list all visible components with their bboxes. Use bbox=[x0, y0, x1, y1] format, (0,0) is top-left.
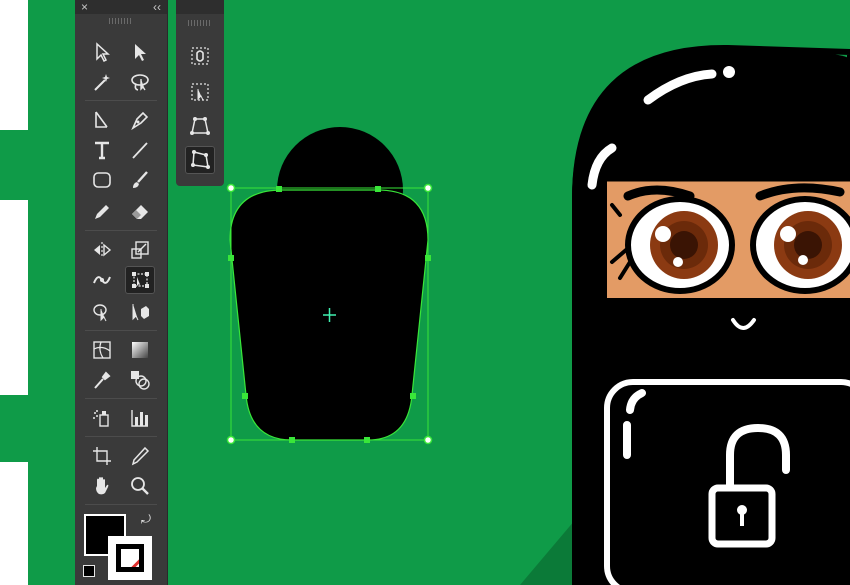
flyout-header bbox=[176, 0, 224, 14]
symbol-sprayer-tool-icon[interactable] bbox=[87, 404, 117, 432]
tools-panel-header: × ‹‹ bbox=[75, 0, 167, 14]
swap-fill-stroke-icon[interactable]: ⤾ bbox=[141, 512, 151, 527]
eraser-tool-icon[interactable] bbox=[125, 198, 155, 226]
paintbrush-tool-icon[interactable] bbox=[125, 166, 155, 194]
white-strip-mid bbox=[0, 200, 28, 395]
rectangle-tool-icon[interactable] bbox=[87, 166, 117, 194]
scale-tool-icon[interactable] bbox=[125, 236, 155, 264]
line-segment-tool-icon[interactable] bbox=[87, 106, 117, 134]
panel-grip[interactable] bbox=[109, 18, 133, 24]
constrain-icon[interactable] bbox=[185, 42, 215, 70]
selection-tool-icon[interactable] bbox=[87, 38, 117, 66]
free-distort-icon[interactable] bbox=[185, 146, 215, 174]
hand-tool-icon[interactable] bbox=[87, 472, 117, 500]
gradient-tool-icon[interactable] bbox=[125, 336, 155, 364]
free-transform-flyout[interactable] bbox=[176, 0, 224, 186]
eyedropper-tool-icon[interactable] bbox=[87, 366, 117, 394]
white-strip-bottom bbox=[0, 462, 28, 585]
zoom-tool-icon[interactable] bbox=[125, 472, 155, 500]
slice-tool-icon[interactable] bbox=[125, 442, 155, 470]
perspective-grid-tool-icon[interactable] bbox=[125, 298, 155, 326]
type-tool-icon[interactable] bbox=[87, 136, 117, 164]
shape-builder-tool-icon[interactable] bbox=[87, 298, 117, 326]
pen-tool-icon[interactable] bbox=[125, 106, 155, 134]
stroke-swatch[interactable] bbox=[108, 536, 152, 580]
free-transform-icon[interactable] bbox=[185, 78, 215, 106]
flyout-grip[interactable] bbox=[188, 20, 212, 26]
perspective-distort-icon[interactable] bbox=[185, 112, 215, 140]
mesh-tool-icon[interactable] bbox=[87, 336, 117, 364]
free-transform-tool-icon[interactable] bbox=[125, 266, 155, 294]
white-strip-top bbox=[0, 0, 28, 130]
width-tool-icon[interactable] bbox=[87, 266, 117, 294]
pencil-tool-icon[interactable] bbox=[87, 198, 117, 226]
tools-panel[interactable]: × ‹‹ ⤾ bbox=[75, 0, 168, 585]
column-graph-tool-icon[interactable] bbox=[125, 404, 155, 432]
lasso-tool-icon[interactable] bbox=[125, 68, 155, 96]
default-fill-stroke-icon[interactable] bbox=[83, 565, 95, 577]
reflect-tool-icon[interactable] bbox=[87, 236, 117, 264]
magic-wand-tool-icon[interactable] bbox=[87, 68, 117, 96]
direct-selection-tool-icon[interactable] bbox=[125, 38, 155, 66]
artboard-tool-icon[interactable] bbox=[87, 442, 117, 470]
ninja-character-illustration bbox=[572, 44, 850, 585]
close-icon[interactable]: × bbox=[81, 0, 88, 14]
line-tool-icon[interactable] bbox=[125, 136, 155, 164]
collapse-icon[interactable]: ‹‹ bbox=[153, 0, 161, 14]
blend-tool-icon[interactable] bbox=[125, 366, 155, 394]
